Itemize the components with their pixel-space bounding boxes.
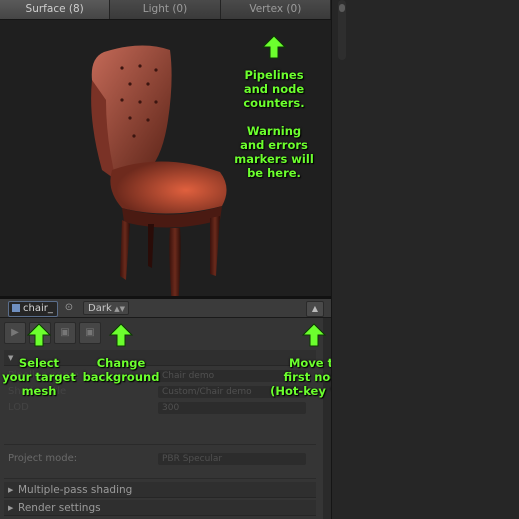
mesh-preview-viewport[interactable]: Pipelines and node counters. Warning and… — [0, 20, 331, 308]
arrow-up-icon — [301, 323, 327, 347]
chair-model-image — [91, 45, 227, 308]
tab-surface[interactable]: Surface (8) — [0, 0, 111, 19]
project-mode-select[interactable]: PBR Specular — [158, 453, 306, 465]
target-mesh-field[interactable]: chair_ — [8, 301, 58, 317]
select-arrows-icon: ▲▼ — [114, 305, 125, 313]
section-multiple-pass-shading[interactable]: ▶ Multiple-pass shading — [4, 482, 316, 498]
mesh-value: chair_ — [23, 303, 53, 314]
prop-value-lod[interactable]: 300 — [158, 402, 306, 414]
arrow-up-icon — [26, 323, 52, 347]
pipeline-tabs: Surface (8) Light (0) Vertex (0) — [0, 0, 331, 20]
background-value: Dark — [88, 303, 112, 314]
tool-button-3[interactable]: ▣ — [54, 322, 76, 344]
arrow-up-icon — [261, 35, 287, 59]
node-canvas[interactable] — [331, 0, 519, 519]
change-background-annotation: Change background — [82, 356, 160, 384]
inspector-panel: ▶ ▣ ▣ ▣ ▼ Pipeline name Chair demo Shade… — [0, 318, 331, 519]
inspector-scrollbar[interactable] — [323, 318, 331, 519]
pipelines-annotation: Pipelines and node counters. Warning and… — [234, 68, 314, 180]
preview-panel: Surface (8) Light (0) Vertex (0) Pipelin… — [0, 0, 360, 519]
project-mode-label: Project mode: — [8, 453, 78, 464]
tool-button-4[interactable]: ▣ — [79, 322, 101, 344]
separator — [4, 478, 316, 479]
separator — [4, 444, 316, 445]
prop-label-lod: LOD — [8, 402, 29, 413]
play-icon[interactable]: ▶ — [4, 322, 26, 344]
preview-toolbar: chair_ ⊙ Dark ▲▼ ▲ — [0, 299, 331, 318]
collapsed-triangle-icon: ▶ — [8, 504, 14, 512]
section-render-settings[interactable]: ▶ Render settings — [4, 500, 316, 516]
mesh-icon — [12, 304, 20, 312]
collapsed-triangle-icon: ▶ — [8, 486, 14, 494]
first-node-button[interactable]: ▲ — [306, 301, 324, 317]
select-mesh-annotation: Select your target mesh — [2, 356, 76, 398]
tab-vertex[interactable]: Vertex (0) — [220, 0, 331, 19]
background-select[interactable]: Dark ▲▼ — [83, 301, 129, 315]
tool-button-row: ▶ ▣ ▣ ▣ — [4, 322, 101, 344]
tab-light[interactable]: Light (0) — [110, 0, 221, 19]
object-picker-icon[interactable]: ⊙ — [63, 302, 75, 314]
canvas-scrollbar-thumb[interactable] — [339, 4, 345, 12]
arrow-up-icon — [108, 323, 134, 347]
